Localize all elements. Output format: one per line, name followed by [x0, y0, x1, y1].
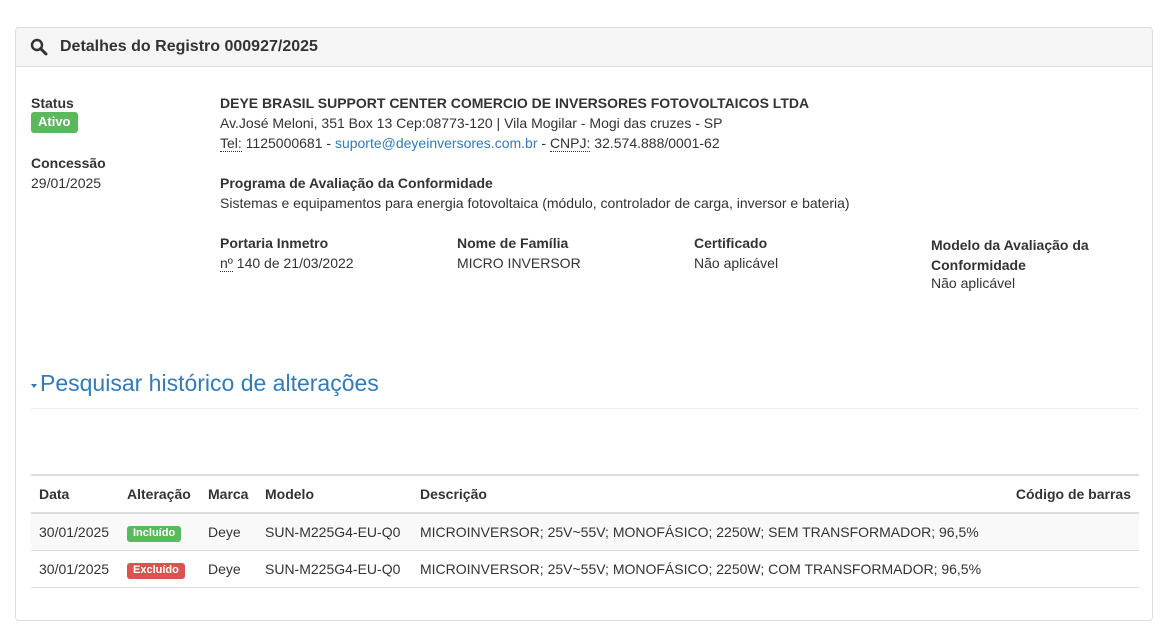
historico-toggle[interactable]: Pesquisar histórico de alterações	[31, 370, 379, 397]
row-marca: Deye	[200, 550, 257, 588]
row-marca: Deye	[200, 513, 257, 551]
certificado-value: Não aplicável	[694, 255, 779, 271]
search-icon	[30, 38, 48, 56]
col-alteracao: Alteração	[119, 475, 200, 514]
concessao-value: 29/01/2025	[31, 175, 102, 191]
excluido-badge: Excluído	[127, 562, 185, 579]
col-marca: Marca	[200, 475, 257, 514]
programa-label: Programa de Avaliação da Conformidade	[220, 175, 493, 191]
modelo-avaliacao-value: Não aplicável	[931, 275, 1016, 291]
col-descricao: Descrição	[412, 475, 1008, 514]
col-data: Data	[31, 475, 119, 514]
historico-table: Data Alteração Marca Modelo Descrição Có…	[31, 474, 1139, 588]
portaria-number: 140 de 21/03/2022	[232, 255, 354, 271]
historico-title: Pesquisar histórico de alterações	[40, 370, 379, 396]
email-link[interactable]: suporte@deyeinversores.com.br	[335, 135, 538, 151]
portaria-value: nº 140 de 21/03/2022	[220, 255, 354, 272]
panel-title: Detalhes do Registro 000927/2025	[60, 38, 318, 55]
row-descricao: MICROINVERSOR; 25V~55V; MONOFÁSICO; 2250…	[412, 513, 1008, 551]
company-contact: Tel: 1125000681 - suporte@deyeinversores…	[220, 135, 720, 152]
status-badge-text: Ativo	[31, 112, 78, 133]
row-alteracao: Incluído	[119, 513, 200, 551]
portaria-label: Portaria Inmetro	[220, 235, 329, 251]
row-modelo: SUN-M225G4-EU-Q0	[257, 513, 412, 551]
cnpj-abbr: CNPJ:	[549, 135, 591, 152]
caret-down-icon	[31, 383, 37, 388]
table-row: 30/01/2025 Excluído Deye SUN-M225G4-EU-Q…	[31, 550, 1139, 588]
row-alteracao: Excluído	[119, 550, 200, 588]
row-data: 30/01/2025	[31, 550, 119, 588]
row-modelo: SUN-M225G4-EU-Q0	[257, 550, 412, 588]
status-label: Status	[31, 95, 74, 111]
tel-value: 1125000681 -	[241, 135, 335, 151]
registro-panel: Detalhes do Registro 000927/2025 Status …	[15, 27, 1153, 621]
table-row: 30/01/2025 Incluído Deye SUN-M225G4-EU-Q…	[31, 513, 1139, 551]
programa-value: Sistemas e equipamentos para energia fot…	[220, 195, 850, 211]
certificado-label: Certificado	[694, 235, 768, 251]
company-name: DEYE BRASIL SUPPORT CENTER COMERCIO DE I…	[220, 95, 810, 111]
numero-abbr: nº	[220, 255, 233, 272]
panel-heading: Detalhes do Registro 000927/2025	[16, 28, 1152, 67]
row-descricao: MICROINVERSOR; 25V~55V; MONOFÁSICO; 2250…	[412, 550, 1008, 588]
contact-separator: -	[537, 135, 550, 151]
familia-label: Nome de Família	[457, 235, 569, 251]
company-address: Av.José Meloni, 351 Box 13 Cep:08773-120…	[220, 115, 723, 131]
status-badge: Ativo	[31, 112, 78, 133]
section-divider	[31, 408, 1139, 409]
col-modelo: Modelo	[257, 475, 412, 514]
familia-value: MICRO INVERSOR	[457, 255, 581, 271]
incluido-badge: Incluído	[127, 525, 182, 542]
concessao-label: Concessão	[31, 155, 106, 171]
cnpj-value: 32.574.888/0001-62	[590, 135, 720, 151]
row-data: 30/01/2025	[31, 513, 119, 551]
tel-abbr: Tel:	[220, 135, 242, 152]
row-codigo	[1007, 550, 1139, 588]
modelo-avaliacao-label: Modelo da Avaliação da Conformidade	[931, 237, 1089, 273]
table-header-row: Data Alteração Marca Modelo Descrição Có…	[31, 475, 1139, 514]
col-codigo: Código de barras	[1007, 475, 1139, 514]
row-codigo	[1007, 513, 1139, 551]
